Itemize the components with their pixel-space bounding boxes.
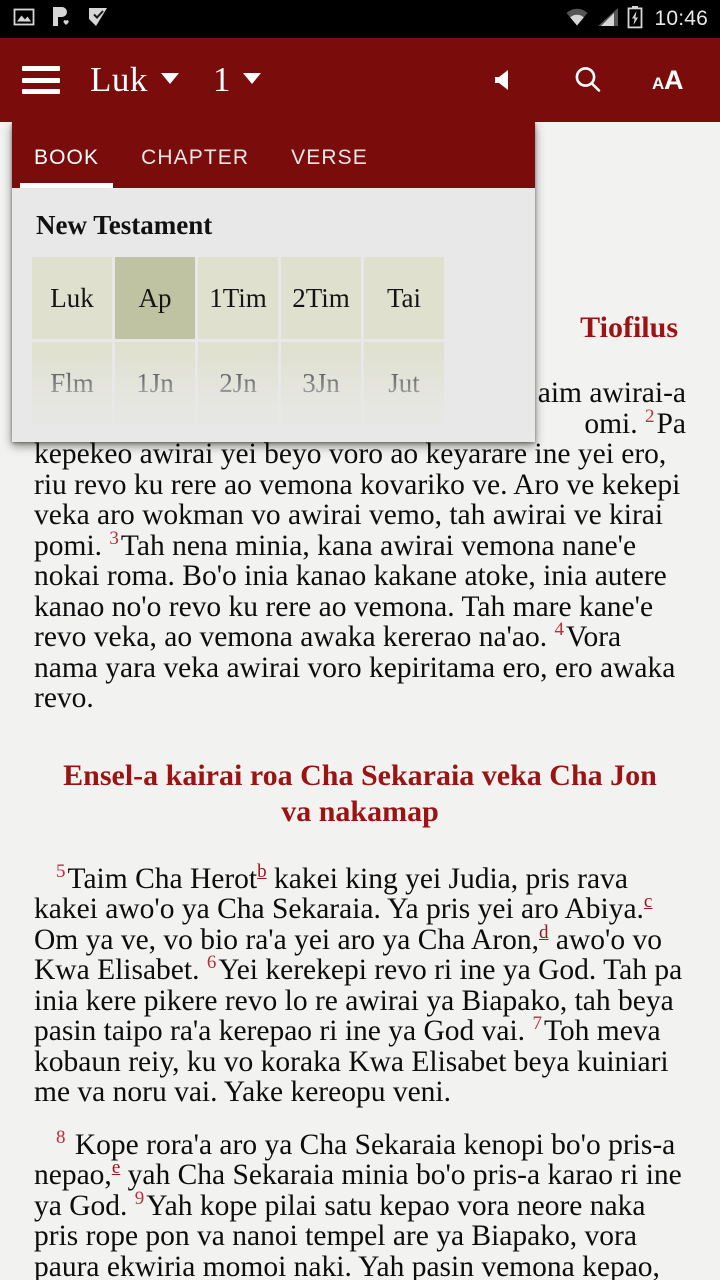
tab-book[interactable]: BOOK <box>19 146 119 188</box>
testament-title: New Testament <box>36 210 213 240</box>
status-bar: 10:46 <box>0 0 720 38</box>
verse-paragraph-3: 8 Kope rora'a aro ya Cha Sekaraia kenopi… <box>34 1126 686 1280</box>
book-selector[interactable]: Luk <box>90 60 179 100</box>
book-cell-jut[interactable]: Jut <box>364 342 444 424</box>
status-bar-right-icons: 10:46 <box>565 5 708 34</box>
book-picker-panel: BOOK CHAPTER VERSE New Testament Luk Ap … <box>12 122 535 442</box>
book-grid: Luk Ap 1Tim 2Tim Tai Flm 1Jn 2Jn 3Jn Jut <box>32 257 515 424</box>
app-bar: Luk 1 A A <box>0 38 720 122</box>
svg-text:A: A <box>664 65 684 95</box>
verse-number: 3 <box>109 527 119 549</box>
app-root: 10:46 Luk 1 A A Tiofilus aim awirai-a om… <box>0 0 720 1280</box>
verse-number: 7 <box>532 1013 542 1035</box>
check-flag-icon <box>86 5 110 34</box>
book-cell-1jn[interactable]: 1Jn <box>115 342 195 424</box>
chevron-down-icon <box>160 73 179 84</box>
tab-verse[interactable]: VERSE <box>291 146 388 188</box>
verse-number: 4 <box>554 619 564 641</box>
chevron-down-icon <box>243 73 262 84</box>
hamburger-menu-icon[interactable] <box>22 66 60 94</box>
book-cell-ap[interactable]: Ap <box>115 257 195 339</box>
book-cell-2tim[interactable]: 2Tim <box>281 257 361 339</box>
book-cell-luk[interactable]: Luk <box>32 257 112 339</box>
footnote-ref-b[interactable]: b <box>257 861 267 882</box>
book-cell-tai[interactable]: Tai <box>364 257 444 339</box>
app-bar-actions: A A <box>484 58 698 102</box>
gallery-icon <box>12 5 36 34</box>
book-cell-flm[interactable]: Flm <box>32 342 112 424</box>
picker-tab-bar: BOOK CHAPTER VERSE <box>12 122 535 188</box>
verse-5-text-c: Om ya ve, vo bio ra'a yei aro ya Cha Aro… <box>34 923 540 956</box>
book-selector-label: Luk <box>90 60 148 99</box>
wifi-icon <box>565 6 589 33</box>
battery-charging-icon <box>627 5 643 34</box>
tab-chapter[interactable]: CHAPTER <box>141 146 269 188</box>
chapter-selector-label: 1 <box>212 60 231 99</box>
verse-number: 9 <box>134 1187 145 1209</box>
picker-body: New Testament Luk Ap 1Tim 2Tim Tai Flm 1… <box>12 188 535 442</box>
reference-selectors: Luk 1 <box>90 60 262 100</box>
chapter-selector[interactable]: 1 <box>179 60 262 100</box>
p-heart-icon <box>50 5 72 34</box>
verse-5-text-a: Taim Cha Herot <box>67 862 258 895</box>
text-size-icon[interactable]: A A <box>652 58 692 102</box>
footnote-ref-e[interactable]: e <box>112 1157 120 1178</box>
book-cell-2jn[interactable]: 2Jn <box>198 342 278 424</box>
footnote-ref-c[interactable]: c <box>644 891 652 912</box>
verse-paragraph-1: kepekeo awirai yei beyo voro ao keyarare… <box>34 439 686 714</box>
footnote-ref-d[interactable]: d <box>539 922 549 943</box>
status-bar-clock: 10:46 <box>654 7 708 30</box>
status-bar-left-icons <box>12 5 110 34</box>
search-icon[interactable] <box>568 58 608 102</box>
verse-number: 6 <box>206 952 217 974</box>
svg-text:A: A <box>652 74 664 93</box>
verse-9-text: Yah kope pilai satu kepao vora neore nak… <box>34 1189 660 1280</box>
section-heading: Ensel-a kairai roa Cha Sekaraia veka Cha… <box>63 758 657 828</box>
verse-number: 8 <box>56 1126 66 1148</box>
audio-icon[interactable] <box>484 58 524 102</box>
signal-icon <box>596 6 620 33</box>
book-cell-3jn[interactable]: 3Jn <box>281 342 361 424</box>
verse-number: 5 <box>56 860 66 882</box>
verse-paragraph-2: 5Taim Cha Herotb kakei king yei Judia, p… <box>34 860 686 1108</box>
verse-number: 2 <box>645 405 655 427</box>
book-cell-1tim[interactable]: 1Tim <box>198 257 278 339</box>
